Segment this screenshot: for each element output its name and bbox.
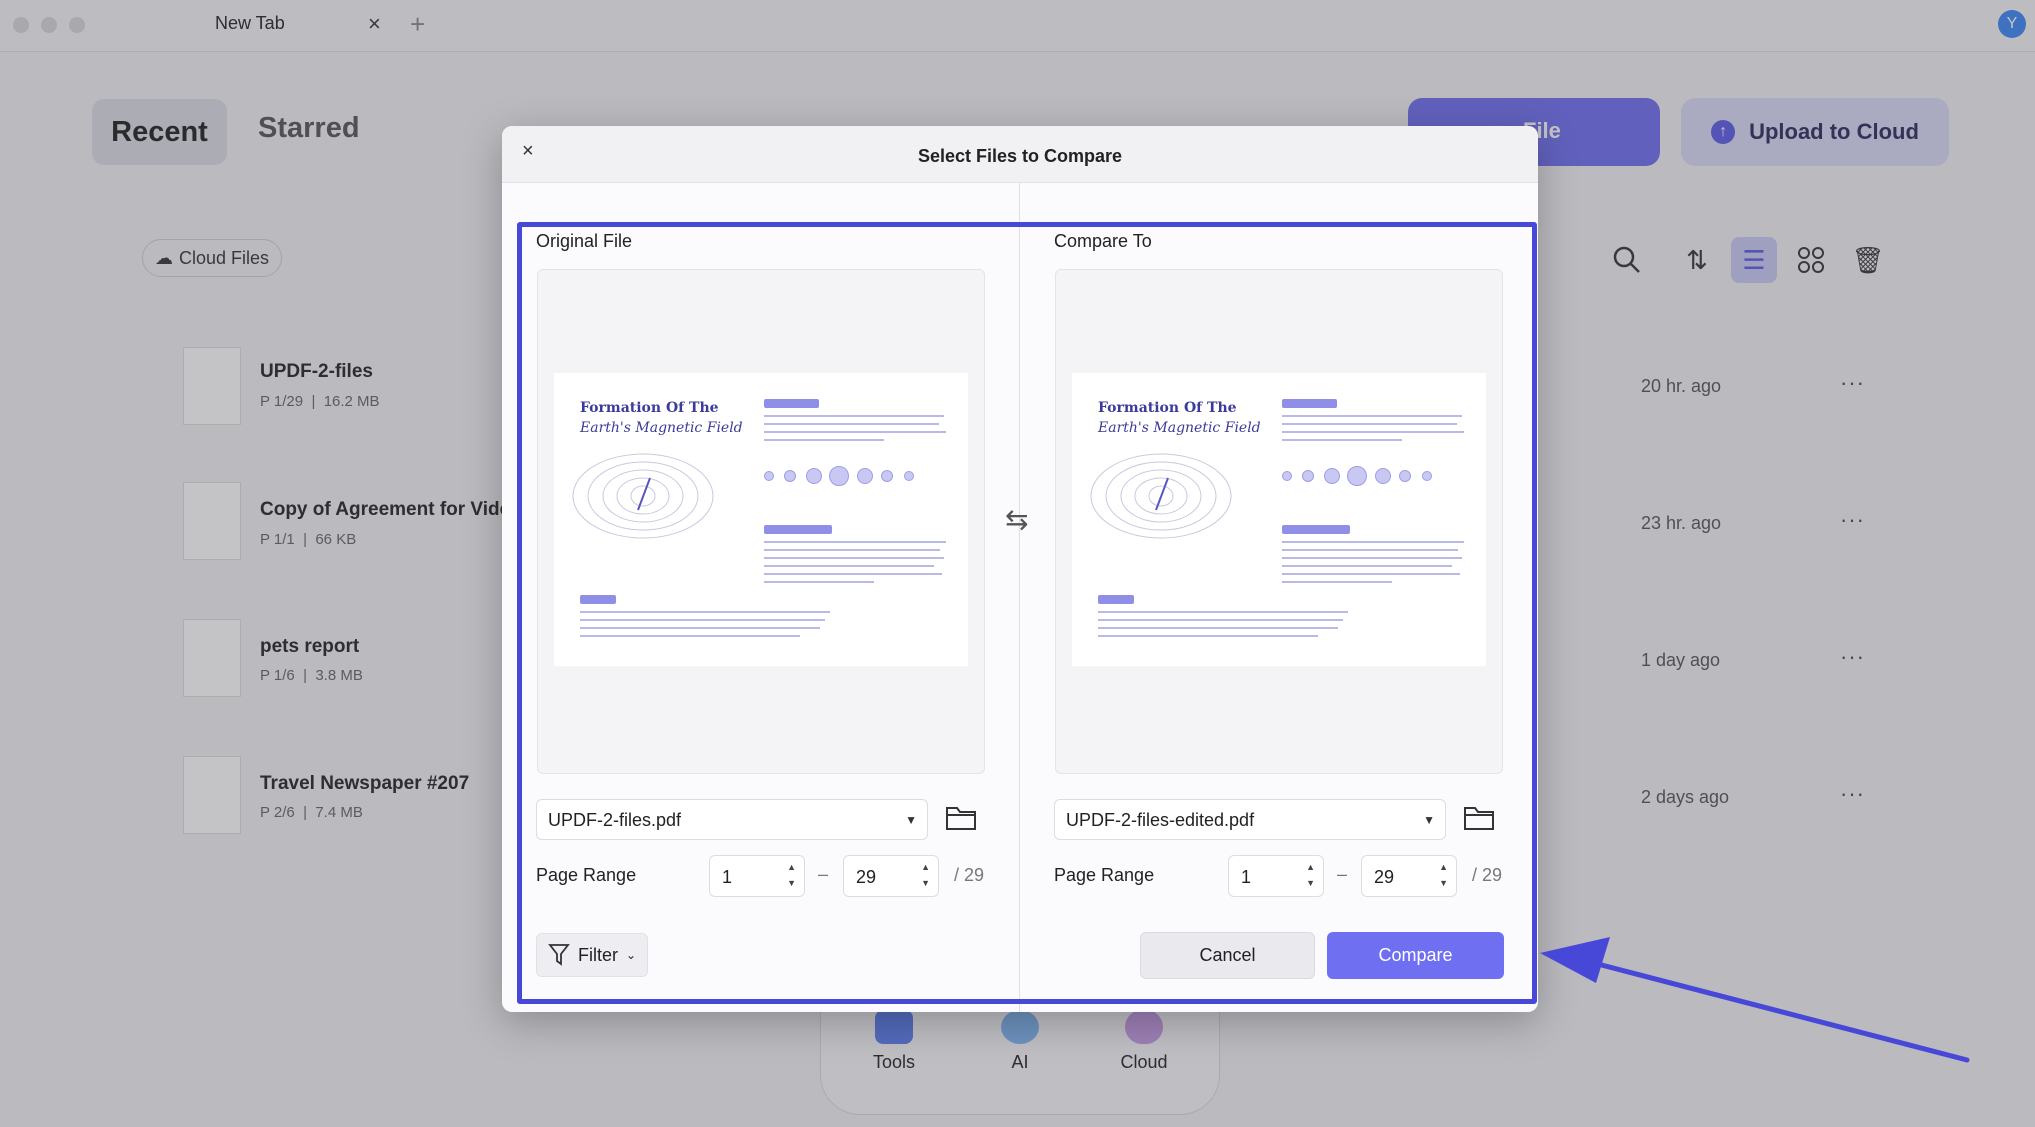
highlight-frame xyxy=(517,222,1537,1004)
dialog-title: Select Files to Compare xyxy=(917,146,1123,166)
annotation-arrow-icon xyxy=(1540,937,1970,1063)
